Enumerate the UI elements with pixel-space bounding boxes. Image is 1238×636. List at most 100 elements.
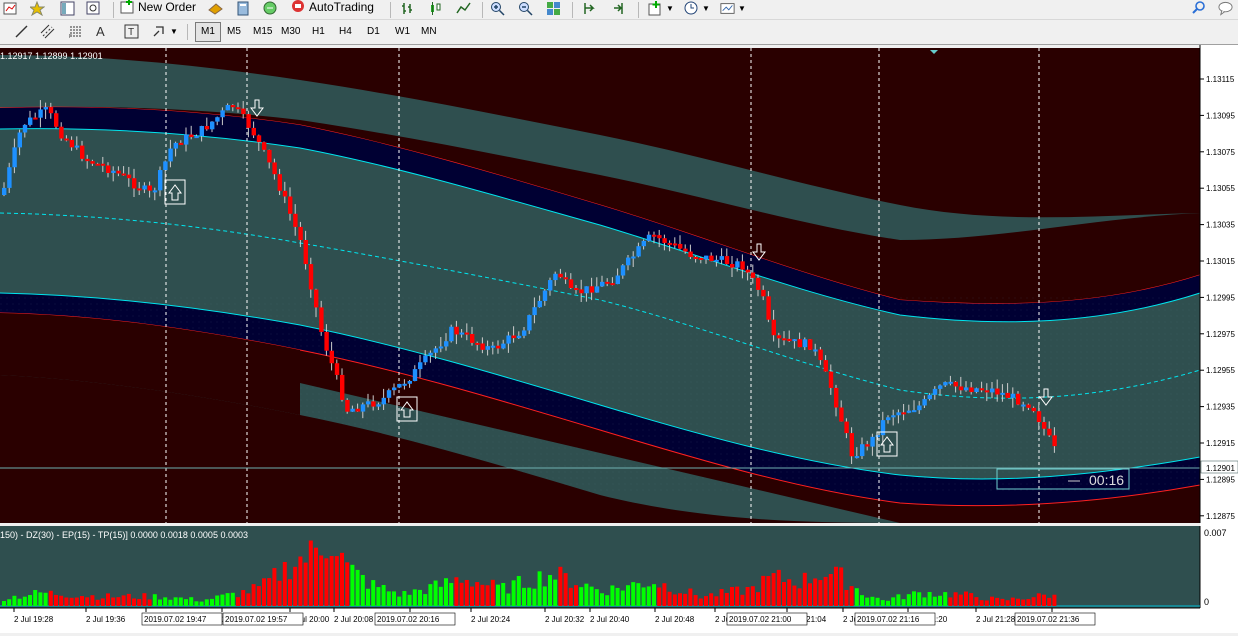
- line-tool-icon[interactable]: [14, 24, 29, 39]
- histogram-bar: [730, 586, 734, 606]
- histogram-bar: [329, 555, 334, 606]
- tile-windows-icon[interactable]: [546, 1, 561, 16]
- profiles-icon[interactable]: [30, 1, 45, 16]
- dropdown-arrow-icon: ▼: [738, 4, 746, 13]
- histogram-bar: [360, 574, 365, 606]
- timeframe-m15[interactable]: M15: [248, 23, 277, 41]
- templates-dropdown[interactable]: ▼: [720, 1, 746, 16]
- candle-body: [392, 387, 397, 391]
- candle-body: [319, 307, 324, 332]
- timeframe-h4[interactable]: H4: [334, 23, 357, 41]
- histogram-bar: [225, 593, 230, 606]
- candle-body: [28, 117, 33, 125]
- histogram-bar: [886, 600, 890, 606]
- candle-body: [121, 173, 126, 176]
- candle-body: [548, 280, 553, 291]
- histogram-bar: [428, 584, 433, 606]
- timeframe-d1[interactable]: D1: [362, 23, 385, 41]
- candle-body: [38, 109, 43, 118]
- candle-body: [740, 261, 745, 270]
- candle-body: [303, 239, 308, 265]
- new-order-button[interactable]: New Order: [120, 0, 196, 14]
- candle-body: [490, 345, 496, 348]
- candle-body: [100, 163, 106, 166]
- histogram-bar: [126, 593, 131, 606]
- text-tool-icon[interactable]: A: [96, 24, 105, 39]
- candle-body: [943, 382, 948, 386]
- timeframe-m30[interactable]: M30: [276, 23, 305, 41]
- histogram-bar: [548, 575, 552, 606]
- timeframe-h1[interactable]: H1: [307, 23, 330, 41]
- histogram-bar: [121, 595, 126, 606]
- candle-body: [719, 256, 724, 260]
- timeframe-m5[interactable]: M5: [222, 23, 246, 41]
- equidistant-channel-icon[interactable]: [40, 24, 55, 39]
- price-label: 1.12895: [1206, 475, 1235, 484]
- autoscroll-icon[interactable]: [582, 1, 597, 16]
- candle-body: [828, 371, 834, 388]
- histogram-bar: [818, 580, 823, 606]
- candle-body: [355, 408, 360, 412]
- candle-body: [43, 107, 48, 110]
- chart-shift-icon[interactable]: [612, 1, 627, 16]
- navigator-icon[interactable]: [60, 1, 75, 16]
- indicators-icon: [648, 1, 661, 16]
- market-watch-icon[interactable]: [208, 1, 223, 16]
- candle-body: [568, 279, 574, 289]
- candlestick-icon[interactable]: [428, 1, 443, 16]
- candle-body: [657, 235, 662, 239]
- candle-body: [969, 387, 974, 393]
- window-separator[interactable]: [0, 523, 1200, 526]
- candle-body: [423, 355, 428, 363]
- timeframe-mn[interactable]: MN: [416, 23, 442, 41]
- periods-dropdown[interactable]: ▼: [684, 1, 710, 16]
- histogram-bar: [433, 580, 438, 606]
- candle-body: [620, 265, 626, 276]
- histogram-bar: [636, 583, 641, 606]
- chart-window[interactable]: 00:16 1.12917 1.12899 1.12901 1.13115 1.1…: [0, 45, 1238, 633]
- zoom-out-icon[interactable]: [518, 1, 533, 16]
- timeframe-w1[interactable]: W1: [390, 23, 415, 41]
- histogram-bar: [808, 583, 812, 606]
- chat-icon[interactable]: [1218, 1, 1233, 16]
- zoom-in-icon[interactable]: [490, 1, 505, 16]
- arrow-tool-icon: [153, 26, 164, 37]
- histogram-bar: [745, 587, 750, 606]
- new-chart-icon[interactable]: [3, 1, 18, 16]
- indicators-dropdown[interactable]: ▼: [648, 1, 674, 16]
- text-label-icon[interactable]: T: [124, 24, 139, 39]
- candle-body: [808, 339, 813, 350]
- bar-chart-icon[interactable]: [400, 1, 415, 16]
- candle-body: [381, 397, 386, 405]
- candle-body: [964, 387, 969, 391]
- histogram-bar: [345, 562, 350, 606]
- indicator-scale-top: 0.007: [1204, 528, 1227, 538]
- histogram-bar: [288, 579, 292, 606]
- candle-body: [464, 332, 470, 335]
- candle-body: [1010, 393, 1016, 398]
- histogram-bar: [80, 596, 84, 606]
- histogram-bar: [579, 587, 584, 606]
- timeframe-m1[interactable]: M1: [195, 22, 221, 42]
- histogram-bar: [194, 601, 199, 606]
- zoom-window-icon[interactable]: [86, 1, 101, 16]
- histogram-bar: [142, 593, 147, 606]
- arrows-dropdown[interactable]: ▼: [152, 24, 178, 39]
- histogram-bar: [823, 576, 828, 606]
- candle-body: [542, 290, 548, 301]
- histogram-bar: [230, 592, 235, 606]
- signals-icon[interactable]: [263, 1, 278, 16]
- search-icon[interactable]: [1192, 0, 1207, 15]
- histogram-bar: [657, 587, 662, 606]
- price-label: 1.13115: [1206, 75, 1235, 84]
- fibonacci-icon[interactable]: F: [68, 24, 83, 39]
- histogram-bar: [802, 572, 807, 606]
- histogram-bar: [776, 569, 781, 606]
- histogram-bar: [480, 584, 485, 606]
- autotrading-button[interactable]: AutoTrading: [291, 0, 374, 14]
- histogram-bar: [256, 586, 261, 606]
- line-chart-icon[interactable]: [456, 1, 471, 16]
- history-icon[interactable]: [236, 1, 251, 16]
- candle-body: [454, 326, 459, 335]
- candle-body: [974, 388, 979, 393]
